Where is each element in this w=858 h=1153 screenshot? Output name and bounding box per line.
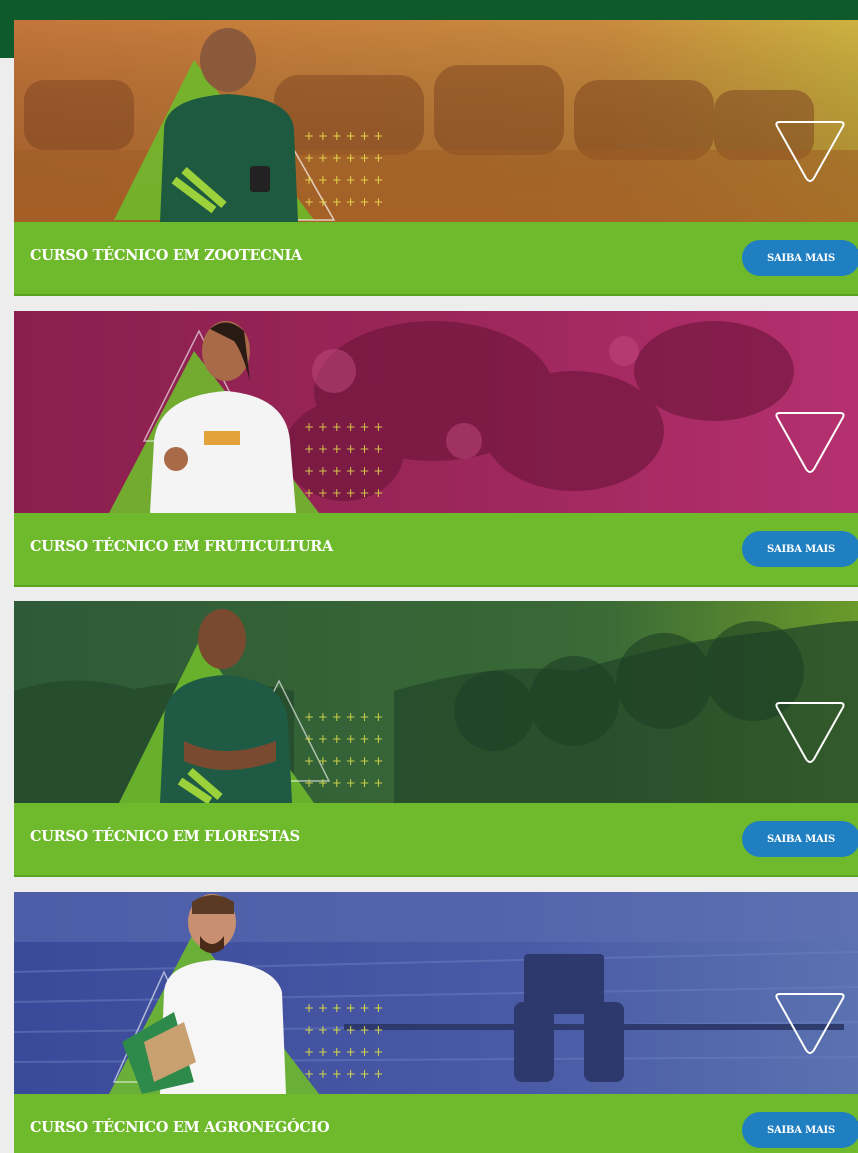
course-title-bar: CURSO TÉCNICO EM AGRONEGÓCIO SAIBA MAIS [14,1094,858,1153]
svg-text:+ + + + + +: + + + + + + [304,173,383,187]
svg-text:+ + + + + +: + + + + + + [304,1001,383,1015]
svg-text:+ + + + + +: + + + + + + [304,442,383,456]
saiba-mais-button[interactable]: SAIBA MAIS [742,240,858,276]
triangle-outline-icon [775,993,845,1054]
triangle-outline-icon [775,412,845,473]
svg-text:+ + + + + +: + + + + + + [304,1067,383,1081]
course-banner-image: + + + + + + + + + + + + + + + + + + + + … [14,20,858,222]
svg-text:+ + + + + +: + + + + + + [304,732,383,746]
course-title-bar: CURSO TÉCNICO EM FLORESTAS SAIBA MAIS [14,803,858,877]
course-title: CURSO TÉCNICO EM FRUTICULTURA [30,538,333,555]
triangle-outline-icon [775,121,845,182]
saiba-mais-button[interactable]: SAIBA MAIS [742,1112,858,1148]
svg-text:+ + + + + +: + + + + + + [304,1023,383,1037]
svg-text:+ + + + + +: + + + + + + [304,486,383,500]
course-card-fruticultura: + + + + + + + + + + + + + + + + + + + + … [14,311,858,587]
svg-text:+ + + + + +: + + + + + + [304,195,383,209]
svg-text:+ + + + + +: + + + + + + [304,710,383,724]
saiba-mais-button[interactable]: SAIBA MAIS [742,531,858,567]
svg-text:+ + + + + +: + + + + + + [304,754,383,768]
course-banner-image: + + + + + + + + + + + + + + + + + + + + … [14,311,858,513]
course-banner-image: + + + + + + + + + + + + + + + + + + + + … [14,892,858,1094]
course-title-bar: CURSO TÉCNICO EM ZOOTECNIA SAIBA MAIS [14,222,858,296]
course-title-bar: CURSO TÉCNICO EM FRUTICULTURA SAIBA MAIS [14,513,858,587]
course-banner-image: + + + + + + + + + + + + + + + + + + + + … [14,601,858,803]
svg-text:+ + + + + +: + + + + + + [304,776,383,790]
triangle-outline-icon [775,702,845,763]
svg-text:+ + + + + +: + + + + + + [304,1045,383,1059]
svg-text:+ + + + + +: + + + + + + [304,129,383,143]
course-card-florestas: + + + + + + + + + + + + + + + + + + + + … [14,601,858,877]
course-title: CURSO TÉCNICO EM ZOOTECNIA [30,247,302,264]
saiba-mais-button[interactable]: SAIBA MAIS [742,821,858,857]
svg-text:+ + + + + +: + + + + + + [304,464,383,478]
course-title: CURSO TÉCNICO EM AGRONEGÓCIO [30,1119,330,1136]
svg-text:+ + + + + +: + + + + + + [304,151,383,165]
svg-text:+ + + + + +: + + + + + + [304,420,383,434]
course-card-zootecnia: + + + + + + + + + + + + + + + + + + + + … [14,20,858,296]
course-card-agronegocio: + + + + + + + + + + + + + + + + + + + + … [14,892,858,1153]
course-title: CURSO TÉCNICO EM FLORESTAS [30,828,300,845]
